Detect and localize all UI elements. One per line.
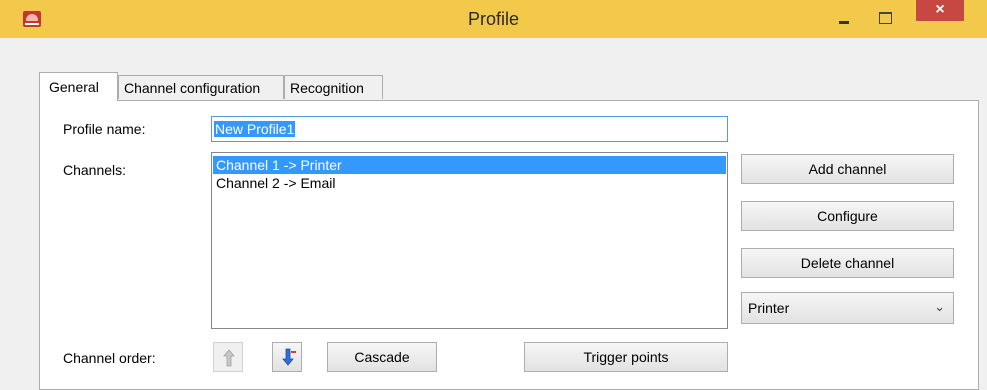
delete-channel-button[interactable]: Delete channel [741,248,954,278]
channel-type-select[interactable]: Printer ⌄ [741,292,954,324]
trigger-points-button[interactable]: Trigger points [524,342,728,372]
move-up-button[interactable] [213,342,243,372]
profile-window: Profile × General Channel configuration … [0,0,987,390]
tab-recognition[interactable]: Recognition [284,75,383,99]
channel-type-value: Printer [748,300,790,316]
profile-name-label: Profile name: [63,121,146,137]
move-down-icon [282,348,296,366]
chevron-down-icon: ⌄ [934,299,945,314]
close-icon: × [935,1,945,18]
profile-name-value: New Profile1 [214,121,296,137]
minimize-icon[interactable] [831,8,857,30]
channels-list[interactable]: Channel 1 -> Printer Channel 2 -> Email [211,152,728,329]
move-up-icon [223,349,235,367]
tab-general[interactable]: General [39,72,118,101]
add-channel-button[interactable]: Add channel [741,154,954,184]
maximize-icon[interactable] [872,8,898,30]
list-item[interactable]: Channel 1 -> Printer [213,156,726,174]
cascade-button[interactable]: Cascade [327,342,437,372]
list-item[interactable]: Channel 2 -> Email [213,174,726,192]
close-button[interactable]: × [916,0,964,21]
channels-label: Channels: [63,162,127,178]
channel-order-label: Channel order: [63,350,156,366]
move-down-button[interactable] [272,342,302,372]
tab-channel-configuration[interactable]: Channel configuration [118,75,284,99]
profile-name-input[interactable]: New Profile1 [211,116,728,142]
title-bar[interactable]: Profile × [0,0,987,38]
configure-button[interactable]: Configure [741,201,954,231]
